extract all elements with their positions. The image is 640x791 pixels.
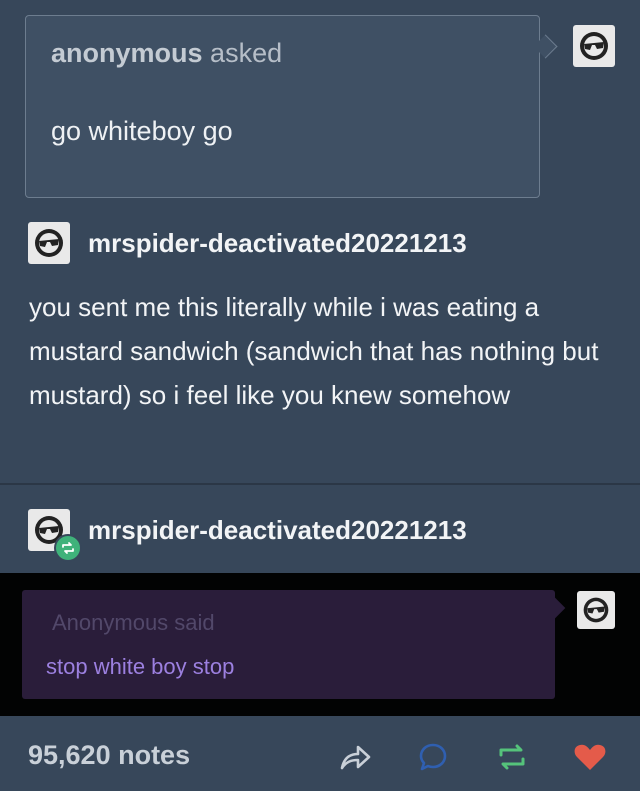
sunglasses-avatar-icon[interactable]: [573, 25, 615, 67]
post-author-row[interactable]: mrspider-deactivated20221213: [28, 222, 467, 264]
sunglasses-avatar-icon[interactable]: [577, 591, 615, 629]
said-body: stop white boy stop: [46, 654, 235, 679]
post-author-name[interactable]: mrspider-deactivated20221213: [88, 228, 467, 259]
reply-bubble-icon[interactable]: [414, 738, 452, 776]
reblog-icon[interactable]: [493, 738, 531, 776]
share-arrow-icon[interactable]: [336, 738, 374, 776]
post-answer-text: you sent me this literally while i was e…: [29, 292, 599, 410]
ask-question: go whiteboy go: [51, 116, 233, 146]
heart-icon[interactable]: [571, 738, 609, 776]
asker-name: anonymous: [51, 38, 203, 68]
ask-verb: asked: [210, 38, 283, 68]
reblog-badge-icon: [54, 534, 82, 562]
reblogger-name[interactable]: mrspider-deactivated20221213: [88, 515, 467, 546]
ask-header: anonymous asked: [51, 38, 282, 69]
said-box: [22, 590, 555, 699]
said-header: Anonymous said: [52, 610, 215, 635]
divider: [0, 483, 640, 485]
notes-count[interactable]: 95,620 notes: [28, 740, 190, 771]
sunglasses-avatar-icon[interactable]: [28, 222, 70, 264]
reblogger-row[interactable]: mrspider-deactivated20221213: [28, 509, 467, 551]
